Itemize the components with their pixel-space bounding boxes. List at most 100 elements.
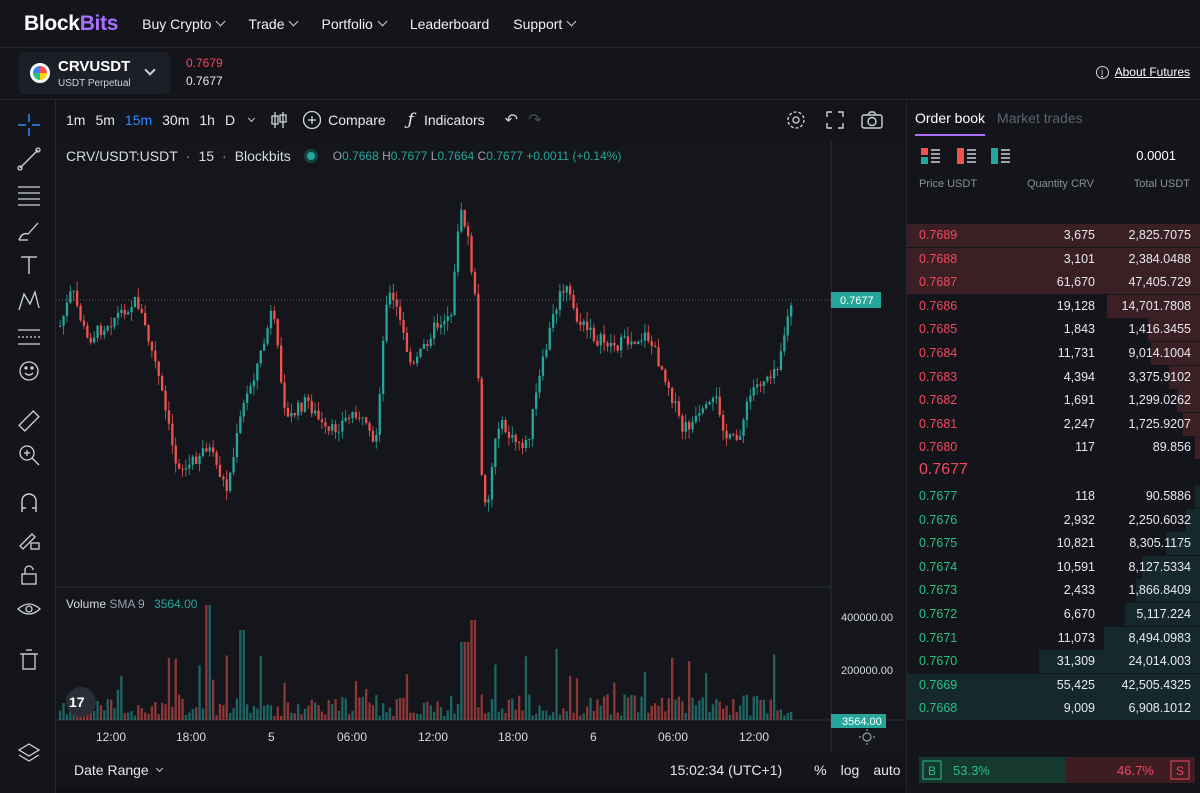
add-compare-icon[interactable] <box>302 110 322 130</box>
ask-row[interactable]: 0.7684 11,731 9,014.1004 <box>907 342 1200 365</box>
ruler-icon[interactable] <box>16 408 42 434</box>
ask-row[interactable]: 0.7681 2,247 1,725.9207 <box>907 412 1200 436</box>
ask-row[interactable]: 0.7686 19,128 14,701.7808 <box>907 294 1200 318</box>
emoji-icon[interactable] <box>16 358 42 384</box>
indicators-button[interactable]: Indicators <box>424 112 485 128</box>
candle-body <box>511 434 514 438</box>
bid-row[interactable]: 0.7677 118 90.5886 <box>907 485 1200 508</box>
volume-bar <box>218 704 222 720</box>
redo-icon[interactable]: ↷ <box>528 110 541 130</box>
candle-body <box>535 392 538 409</box>
unlock-icon[interactable] <box>16 562 42 588</box>
crosshair-icon[interactable] <box>16 112 42 138</box>
book-both-icon[interactable] <box>921 148 941 164</box>
volume-bar <box>613 682 616 720</box>
bid-row[interactable]: 0.7673 2,433 1,866.8409 <box>907 579 1200 603</box>
volume-bar <box>776 710 779 720</box>
candle-body <box>467 226 470 237</box>
timeframe-30m[interactable]: 30m <box>162 112 189 128</box>
tab-market-trades[interactable]: Market trades <box>997 110 1083 136</box>
volume-bar <box>684 713 687 720</box>
gear-icon[interactable] <box>785 109 807 131</box>
volume-bar <box>667 698 670 720</box>
nav-trade[interactable]: Trade <box>248 16 299 32</box>
fib-retracement-icon[interactable] <box>16 182 42 208</box>
volume-bar <box>552 712 555 720</box>
prediction-icon[interactable] <box>16 324 42 350</box>
bid-row[interactable]: 0.7669 55,425 42,505.4325 <box>907 673 1200 697</box>
volume-bar <box>130 710 133 720</box>
volume-bar <box>548 715 551 720</box>
auto-toggle[interactable]: auto <box>873 762 900 778</box>
bid-row[interactable]: 0.7675 10,821 8,305.1175 <box>907 532 1200 556</box>
timeframe-15m[interactable]: 15m <box>125 112 152 128</box>
volume-bar <box>790 711 793 720</box>
compare-button[interactable]: Compare <box>328 112 386 128</box>
bid-row[interactable]: 0.7674 10,591 8,127.5334 <box>907 555 1200 579</box>
volume-bar <box>756 695 759 720</box>
change-value: +0.0011 <box>526 149 570 163</box>
eye-icon[interactable] <box>16 596 42 622</box>
fullscreen-icon[interactable] <box>825 110 845 130</box>
timeframe-1h[interactable]: 1h <box>199 112 215 128</box>
price-chart[interactable]: 0.7677 400000.00 200000.00 3564.00 12:00… <box>56 140 906 753</box>
tab-order-book[interactable]: Order book <box>915 110 986 136</box>
tick-size[interactable]: 0.0001 <box>1136 148 1176 163</box>
sun-icon[interactable] <box>859 729 875 745</box>
brush-icon[interactable] <box>16 218 42 244</box>
ask-row[interactable]: 0.7688 3,101 2,384.0488 <box>907 247 1200 271</box>
text-icon[interactable] <box>16 252 42 278</box>
percent-toggle[interactable]: % <box>814 762 826 778</box>
nav-portfolio[interactable]: Portfolio <box>321 16 388 32</box>
ask-total: 9,014.1004 <box>1128 346 1191 360</box>
chart-canvas[interactable]: 0.7677 400000.00 200000.00 3564.00 12:00… <box>56 140 906 753</box>
volume-bar <box>443 715 446 720</box>
chevron-down-icon[interactable] <box>248 114 256 122</box>
ask-row[interactable]: 0.7682 1,691 1,299.0262 <box>907 389 1200 413</box>
candle-body <box>218 464 222 477</box>
bid-row[interactable]: 0.7672 6,670 5,117.224 <box>907 603 1200 626</box>
lock-drawing-icon[interactable] <box>16 526 42 552</box>
timeframe-1m[interactable]: 1m <box>66 112 85 128</box>
ask-row[interactable]: 0.7680 117 89.856 <box>907 436 1200 460</box>
timeframe-5m[interactable]: 5m <box>95 112 114 128</box>
magnet-icon[interactable] <box>16 490 42 516</box>
layers-icon[interactable] <box>16 740 42 766</box>
candle-body <box>320 419 324 423</box>
log-toggle[interactable]: log <box>841 762 860 778</box>
about-futures-link[interactable]: i About Futures <box>1095 65 1190 79</box>
candle-body <box>688 422 691 430</box>
candles-layer <box>59 202 793 512</box>
nav-buy-crypto[interactable]: Buy Crypto <box>142 16 226 32</box>
volume-bar <box>456 704 460 720</box>
symbol-selector[interactable]: CRVUSDT USDT Perpetual <box>18 52 170 94</box>
timeframe-d[interactable]: D <box>225 112 235 128</box>
chart-symbol[interactable]: CRV/USDT:USDT <box>66 148 178 164</box>
pattern-icon[interactable] <box>16 288 42 314</box>
candle-body <box>235 432 239 458</box>
nav-leaderboard[interactable]: Leaderboard <box>410 16 489 32</box>
candles-icon[interactable] <box>270 110 288 130</box>
bid-row[interactable]: 0.7668 9,009 6,908.1012 <box>907 697 1200 721</box>
bid-total: 6,908.1012 <box>1128 701 1191 716</box>
trend-line-icon[interactable] <box>16 146 42 172</box>
book-asks-icon[interactable] <box>957 148 977 164</box>
date-range-button[interactable]: Date Range <box>74 762 149 778</box>
ask-row[interactable]: 0.7683 4,394 3,375.9102 <box>907 365 1200 389</box>
zoom-in-icon[interactable] <box>16 442 42 468</box>
nav-support[interactable]: Support <box>513 16 577 32</box>
candle-body <box>745 401 749 420</box>
ask-row[interactable]: 0.7687 61,670 47,405.729 <box>907 271 1200 295</box>
bid-row[interactable]: 0.7676 2,932 2,250.6032 <box>907 508 1200 532</box>
ask-row[interactable]: 0.7689 3,675 2,825.7075 <box>907 224 1200 247</box>
camera-icon[interactable] <box>861 110 884 130</box>
volume-bar <box>259 655 262 720</box>
bid-row[interactable]: 0.7670 31,309 24,014.003 <box>907 650 1200 674</box>
book-bids-icon[interactable] <box>991 148 1011 164</box>
bid-row[interactable]: 0.7671 11,073 8,494.0983 <box>907 626 1200 650</box>
volume-bar <box>273 715 276 720</box>
logo[interactable]: BlockBits <box>24 12 118 36</box>
trash-icon[interactable] <box>16 646 42 672</box>
ask-row[interactable]: 0.7685 1,843 1,416.3455 <box>907 318 1200 342</box>
undo-icon[interactable]: ↶ <box>505 110 518 130</box>
